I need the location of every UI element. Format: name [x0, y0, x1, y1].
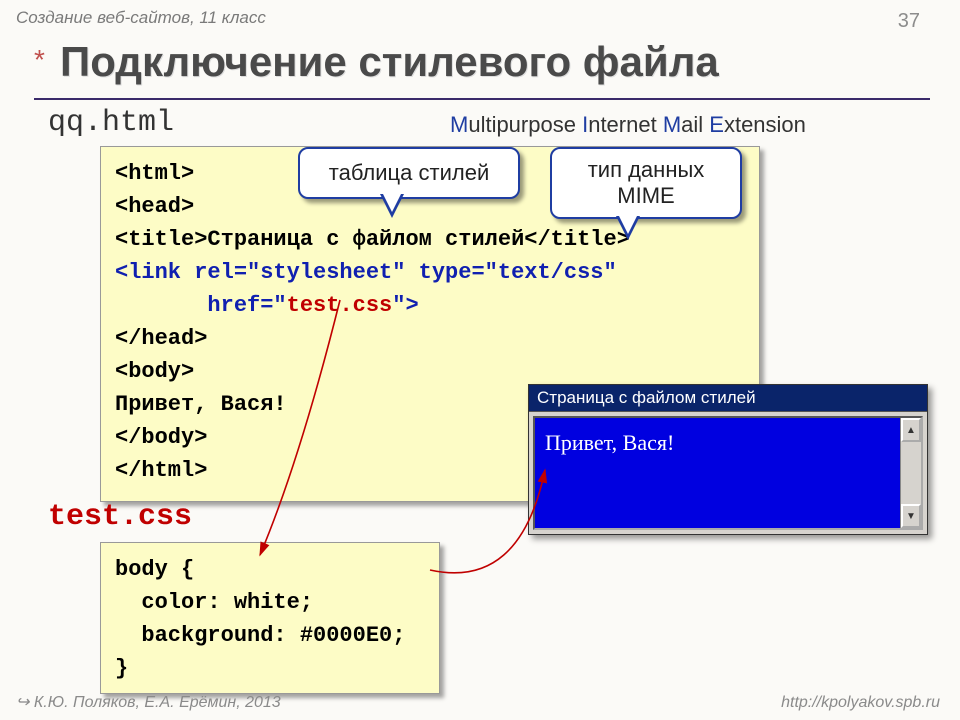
accent-star-icon: *: [34, 44, 45, 76]
callout-tail-icon: [380, 194, 404, 218]
mime-m: M: [450, 112, 468, 137]
header-text: Создание веб-сайтов, 11 класс: [16, 8, 266, 28]
footer-author: ↪ К.Ю. Поляков, Е.А. Ерёмин, 2013: [16, 692, 281, 712]
scroll-down-icon[interactable]: ▼: [901, 504, 921, 528]
scroll-up-icon[interactable]: ▲: [901, 418, 921, 442]
preview-frame: Привет, Вася! ▲ ▼: [533, 416, 923, 530]
code-box-css: body { color: white; background: #0000E0…: [100, 542, 440, 694]
callout-stylesheet: таблица стилей: [298, 147, 520, 199]
filename-html: qq.html: [48, 106, 174, 140]
callout-tail-icon: [616, 216, 640, 240]
title-underline: [34, 98, 930, 100]
mime-m2: M: [663, 112, 681, 137]
scrollbar[interactable]: ▲ ▼: [900, 418, 921, 528]
preview-body: Привет, Вася!: [535, 418, 900, 528]
page-number: 37: [898, 10, 920, 33]
browser-preview: Страница с файлом стилей Привет, Вася! ▲…: [528, 384, 928, 535]
page-title: Подключение стилевого файла: [60, 38, 719, 86]
slide: Создание веб-сайтов, 11 класс 37 * Подкл…: [0, 0, 960, 720]
callout-mime-type: тип данных MIME: [550, 147, 742, 219]
footer-url: http://kpolyakov.spb.ru: [781, 694, 940, 712]
mime-e: E: [709, 112, 724, 137]
mime-expansion: Multipurpose Internet Mail Extension: [450, 112, 806, 138]
preview-titlebar: Страница с файлом стилей: [529, 385, 927, 412]
filename-css: test.css: [48, 500, 192, 534]
